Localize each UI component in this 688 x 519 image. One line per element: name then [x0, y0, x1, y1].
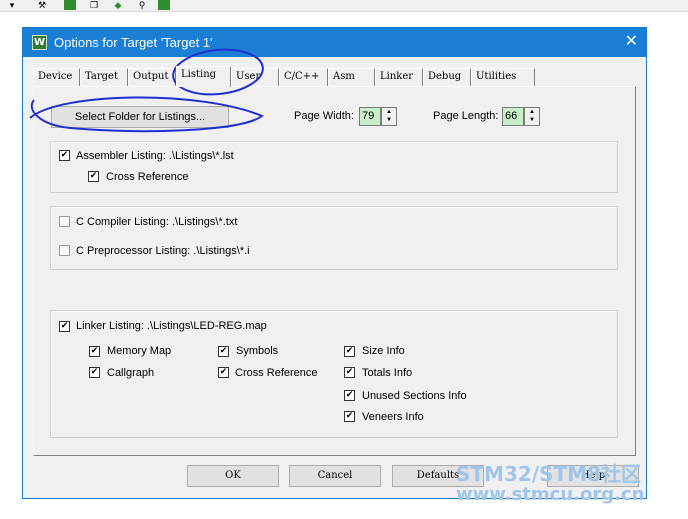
spin-up-icon[interactable]: ▲	[382, 108, 396, 116]
callgraph-label: Callgraph	[107, 367, 155, 379]
tab-user[interactable]: User	[231, 68, 279, 86]
tab-debug[interactable]: Debug	[423, 68, 471, 86]
watermark-url: www.stmcu.org.cn	[456, 484, 645, 505]
size-info-checkbox[interactable]: ✔	[344, 346, 355, 357]
page-width-input[interactable]: 79	[359, 107, 381, 126]
toolbar-options-icon[interactable]: ⚲	[136, 0, 148, 10]
linker-cross-reference-checkbox[interactable]: ✔	[218, 367, 229, 378]
unused-sections-info-label: Unused Sections Info	[362, 390, 467, 402]
cross-reference-label: Cross Reference	[106, 171, 189, 183]
toolbar-tool-icon[interactable]: ⚒	[36, 0, 48, 10]
toolbar-download-icon[interactable]: ◆	[112, 0, 124, 10]
spin-down-icon[interactable]: ▼	[525, 116, 539, 124]
veneers-info-label: Veneers Info	[362, 411, 424, 423]
totals-info-checkbox[interactable]: ✔	[344, 367, 355, 378]
select-folder-button[interactable]: Select Folder for Listings...	[51, 106, 229, 128]
keil-app-icon: W	[32, 35, 47, 50]
toolbar-build-icon[interactable]	[64, 0, 76, 10]
tab-asm[interactable]: Asm	[328, 68, 375, 86]
c-preprocessor-listing-label: C Preprocessor Listing: .\Listings\*.i	[76, 245, 250, 257]
assembler-listing-label: Assembler Listing: .\Listings\*.lst	[76, 150, 234, 162]
page-length-spinner[interactable]: ▲ ▼	[524, 107, 540, 126]
toolbar-manage-icon[interactable]	[158, 0, 170, 10]
assembler-group	[50, 141, 618, 193]
tab-strip: Device Target Output Listing User C/C++ …	[33, 66, 638, 87]
memory-map-label: Memory Map	[107, 345, 172, 357]
options-dialog: W Options for Target 'Target 1' ✕ Device…	[22, 27, 647, 499]
tab-utilities[interactable]: Utilities	[471, 68, 535, 86]
veneers-info-checkbox[interactable]: ✔	[344, 411, 355, 422]
tab-device[interactable]: Device	[33, 68, 80, 86]
cross-reference-checkbox[interactable]: ✔	[88, 171, 99, 182]
tab-linker[interactable]: Linker	[375, 68, 423, 86]
unused-sections-info-checkbox[interactable]: ✔	[344, 390, 355, 401]
ok-button[interactable]: OK	[187, 465, 279, 487]
memory-map-checkbox[interactable]: ✔	[89, 346, 100, 357]
page-width-spinner[interactable]: ▲ ▼	[381, 107, 397, 126]
tab-target[interactable]: Target	[80, 68, 128, 86]
close-icon[interactable]: ✕	[625, 32, 638, 52]
toolbar-copy-icon[interactable]: ❐	[88, 0, 100, 10]
linker-listing-label: Linker Listing: .\Listings\LED-REG.map	[76, 320, 267, 332]
cancel-button[interactable]: Cancel	[289, 465, 381, 487]
watermark-title: STM32/STM8社区	[456, 462, 641, 486]
c-preprocessor-listing-checkbox[interactable]	[59, 245, 70, 256]
tab-output[interactable]: Output	[128, 68, 176, 86]
tab-c-cpp[interactable]: C/C++	[279, 68, 328, 86]
c-compiler-listing-checkbox[interactable]	[59, 216, 70, 227]
dialog-title: Options for Target 'Target 1'	[54, 35, 213, 50]
toolbar: ▾ ⚒ ❐ ◆ ⚲	[0, 0, 688, 12]
symbols-checkbox[interactable]: ✔	[218, 346, 229, 357]
spin-down-icon[interactable]: ▼	[382, 116, 396, 124]
title-bar: W Options for Target 'Target 1' ✕	[23, 28, 646, 57]
spin-up-icon[interactable]: ▲	[525, 108, 539, 116]
page-width-label: Page Width:	[294, 110, 354, 122]
totals-info-label: Totals Info	[362, 367, 413, 379]
tab-listing[interactable]: Listing	[176, 66, 231, 87]
linker-listing-checkbox[interactable]: ✔	[59, 321, 70, 332]
page-length-input[interactable]: 66	[502, 107, 524, 126]
toolbar-dropdown-icon[interactable]: ▾	[6, 0, 18, 10]
assembler-listing-checkbox[interactable]: ✔	[59, 150, 70, 161]
size-info-label: Size Info	[362, 345, 405, 357]
symbols-label: Symbols	[236, 345, 279, 357]
callgraph-checkbox[interactable]: ✔	[89, 367, 100, 378]
c-compiler-listing-label: C Compiler Listing: .\Listings\*.txt	[76, 216, 238, 228]
page-length-label: Page Length:	[433, 110, 499, 122]
linker-cross-reference-label: Cross Reference	[235, 367, 318, 379]
